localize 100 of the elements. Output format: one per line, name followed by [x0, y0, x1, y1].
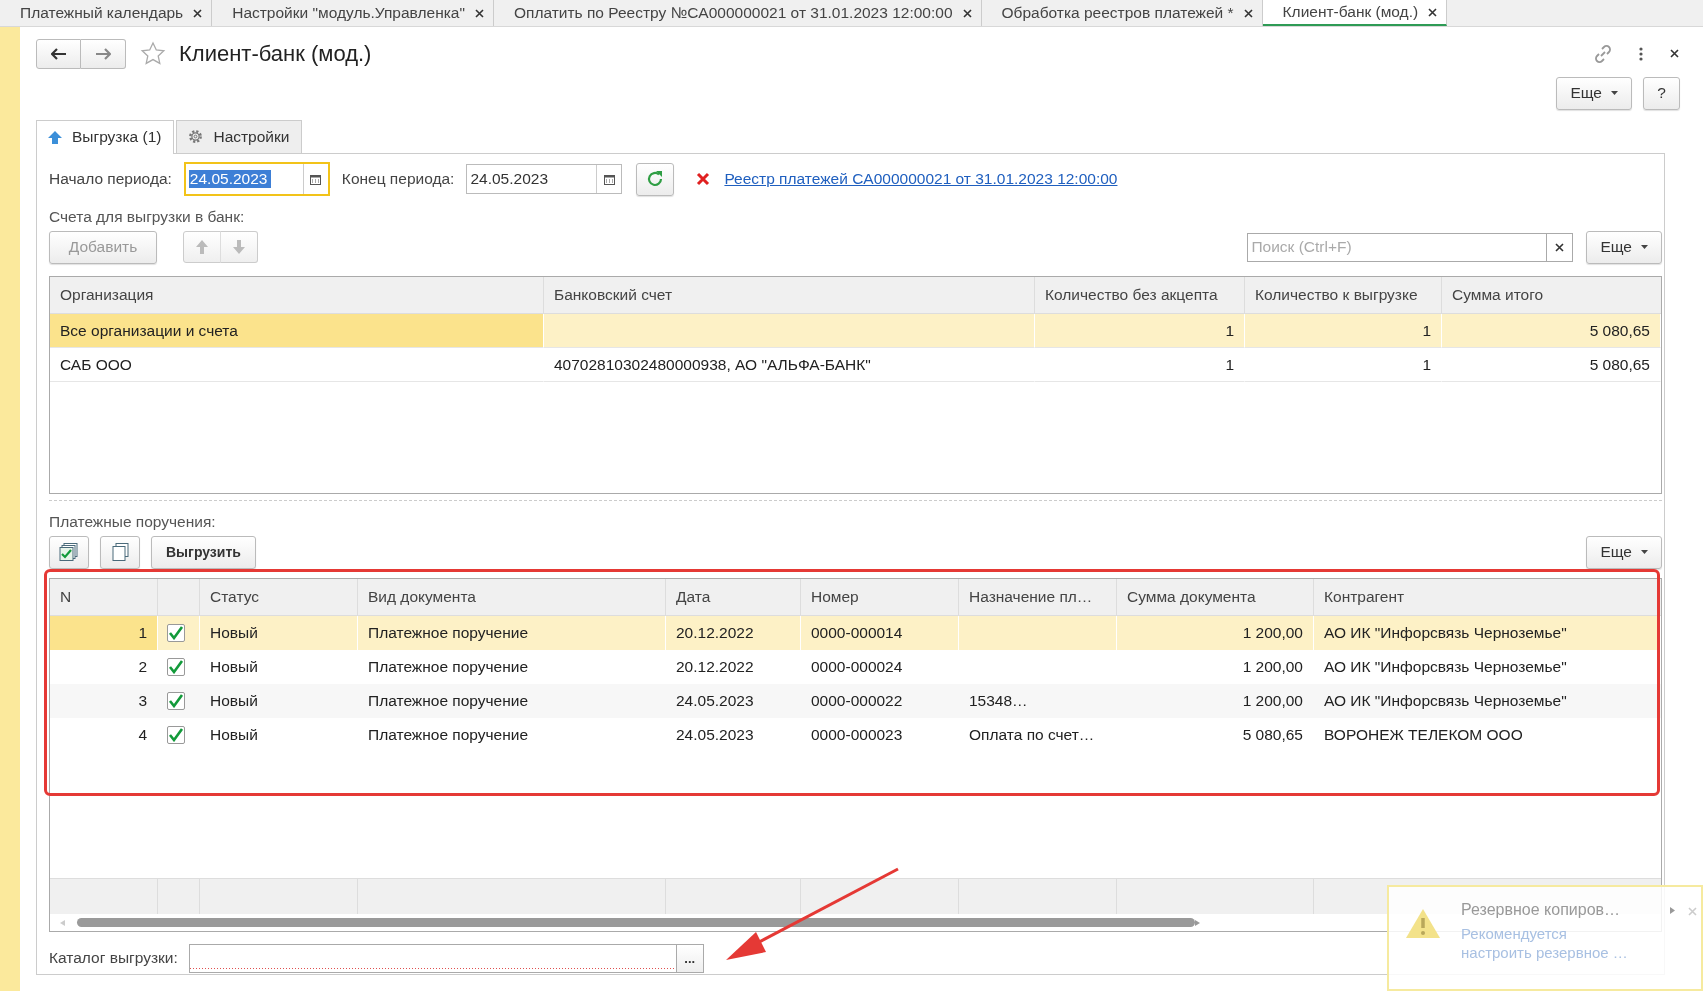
table-cell: 40702810302480000938, АО "АЛЬФА-БАНК": [544, 348, 1035, 382]
close-icon[interactable]: [1669, 48, 1680, 60]
table-row[interactable]: 3 Новый Платежное поручение 24.05.2023 0000-000022 15348… 1 200,00 АО ИК "Инфорсвязь Черноземье": [50, 684, 1661, 718]
left-arrow-icon: [60, 919, 65, 926]
more-icon[interactable]: [1639, 46, 1643, 61]
section-caption: Счета для выгрузки в банк:: [49, 208, 246, 227]
refresh-button[interactable]: [636, 162, 675, 196]
checkbox[interactable]: [167, 658, 185, 676]
form-tab[interactable]: Настройки: [176, 119, 303, 153]
table-cell-text: ВОРОНЕЖ ТЕЛЕКОМ ООО: [1323, 725, 1524, 745]
check-all-button[interactable]: [49, 535, 89, 569]
table-cell-text: 4: [137, 725, 148, 745]
column-header[interactable]: Номер: [801, 579, 959, 615]
table-cell: 1: [1035, 348, 1245, 382]
link-icon[interactable]: [1593, 43, 1613, 64]
table-cell-text: 5 080,65: [1241, 725, 1304, 745]
field-label: Каталог выгрузки:: [49, 949, 178, 967]
close-icon: [473, 7, 485, 19]
right-arrow-icon: [1195, 919, 1200, 926]
table-cell: 5 080,65: [1442, 314, 1661, 348]
check-icon: [168, 694, 184, 708]
expand-icon: [1670, 906, 1675, 914]
down-arrow-icon: [233, 240, 245, 254]
path-field[interactable]: [188, 943, 677, 973]
column-header[interactable]: Контрагент: [1314, 579, 1661, 615]
form-tab[interactable]: Выгрузка (1): [36, 119, 175, 154]
checkbox[interactable]: [167, 692, 185, 710]
column-header[interactable]: Сумма документа: [1117, 579, 1314, 615]
left-arrow-icon: [50, 47, 67, 60]
window-tab[interactable]: Обработка реестров платежей *: [981, 0, 1263, 26]
column-header[interactable]: N: [50, 579, 158, 615]
search-field[interactable]: Поиск (Ctrl+F): [1247, 232, 1548, 262]
table-cell: 1 200,00: [1117, 684, 1314, 718]
checkbox[interactable]: [167, 624, 185, 642]
table-cell: 15348…: [959, 684, 1117, 718]
clear-button[interactable]: [1547, 232, 1574, 262]
table-cell-text: Платежное поручение: [367, 725, 530, 745]
table-cell: 3: [50, 684, 158, 718]
table-row[interactable]: Все организации и счета 1 1 5 080,65: [50, 314, 1661, 348]
table-cell-text: АО ИК "Инфорсвязь Черноземье": [1323, 657, 1568, 677]
window-tab[interactable]: Платежный календарь: [0, 0, 213, 26]
table-cell: 1: [1245, 348, 1442, 382]
column-header[interactable]: Банковский счет: [544, 277, 1035, 313]
move-down-button[interactable]: [220, 231, 258, 263]
uncheck-all-button[interactable]: [100, 535, 140, 569]
date-field[interactable]: 24.05.2023: [466, 164, 623, 194]
right-arrow-icon: [95, 47, 111, 60]
more-button[interactable]: Еще: [1556, 76, 1632, 110]
table-row[interactable]: 2 Новый Платежное поручение 20.12.2022 0000-000024 1 200,00 АО ИК "Инфорсвязь Черноземье": [50, 650, 1661, 684]
column-header[interactable]: Количество без акцепта: [1035, 277, 1245, 313]
column-header[interactable]: Сумма итого: [1442, 277, 1661, 313]
table-row[interactable]: САБ ООО 40702810302480000938, АО "АЛЬФА-БАНК" 1 1 5 080,65: [50, 348, 1661, 382]
table-row[interactable]: 4 Новый Платежное поручение 24.05.2023 0000-000023 Оплата по счет… 5 080,65 ВОРОНЕЖ ТЕЛЕКОМ ООО: [50, 718, 1661, 752]
more-button[interactable]: Еще: [1586, 230, 1662, 264]
field-label: Конец периода:: [341, 170, 455, 188]
check-icon: [168, 728, 184, 742]
table-cell: 1 200,00: [1117, 616, 1314, 650]
up-arrow-icon: [47, 129, 63, 145]
column-header[interactable]: Статус: [200, 579, 358, 615]
column-header[interactable]: Дата: [666, 579, 801, 615]
column-header[interactable]: Назначение пл…: [959, 579, 1117, 615]
close-icon: [1427, 6, 1439, 18]
check-icon: [168, 660, 184, 674]
star-icon[interactable]: [140, 40, 166, 67]
scrollbar-thumb[interactable]: [77, 918, 1195, 927]
browse-button[interactable]: ...: [676, 943, 704, 973]
check-icon: [168, 626, 184, 640]
delete-icon[interactable]: [696, 172, 711, 186]
help-button[interactable]: ?: [1643, 76, 1680, 110]
table-row[interactable]: 1 Новый Платежное поручение 20.12.2022 0000-000014 1 200,00 АО ИК "Инфорсвязь Черноземье": [50, 616, 1661, 650]
column-header[interactable]: Количество к выгрузке: [1245, 277, 1442, 313]
column-header[interactable]: Вид документа: [358, 579, 666, 615]
table-cell-text: 2: [137, 657, 148, 677]
table-cell-text: 0000-000024: [810, 657, 904, 677]
table-cell: Новый: [200, 616, 358, 650]
table-cell: Платежное поручение: [358, 684, 666, 718]
back-button[interactable]: [36, 38, 81, 69]
caret-icon: [1641, 245, 1648, 249]
window-tab[interactable]: Оплатить по Реестру №CA000000021 от 31.01.2023 12:00:00: [493, 0, 982, 26]
table-cell: 20.12.2022: [666, 616, 801, 650]
close-icon: [961, 7, 973, 19]
table-cell-text: 0000-000023: [810, 725, 904, 745]
export-button[interactable]: Выгрузить: [151, 535, 256, 569]
caret-icon: [1641, 550, 1648, 554]
checkbox[interactable]: [167, 726, 185, 744]
refresh-icon: [646, 170, 665, 188]
more-button[interactable]: Еще: [1586, 535, 1662, 569]
table-cell: САБ ООО: [50, 348, 544, 382]
window-tab[interactable]: Клиент-банк (мод.): [1262, 0, 1448, 26]
table-cell: 1: [50, 616, 158, 650]
field-label: Начало периода:: [49, 170, 172, 188]
window-tab[interactable]: Настройки "модуль.Управленка": [212, 0, 494, 26]
calendar-icon: [309, 172, 323, 186]
move-up-button[interactable]: [183, 231, 221, 263]
register-link[interactable]: Реестр платежей CA000000021 от 31.01.2023 12:00:00: [724, 170, 1118, 188]
table-cell-text: Новый: [209, 725, 259, 745]
column-header[interactable]: Организация: [50, 277, 544, 313]
date-field[interactable]: 24.05.2023: [183, 162, 330, 196]
table-cell: 0000-000014: [801, 616, 959, 650]
table-cell-text: 24.05.2023: [675, 725, 755, 745]
